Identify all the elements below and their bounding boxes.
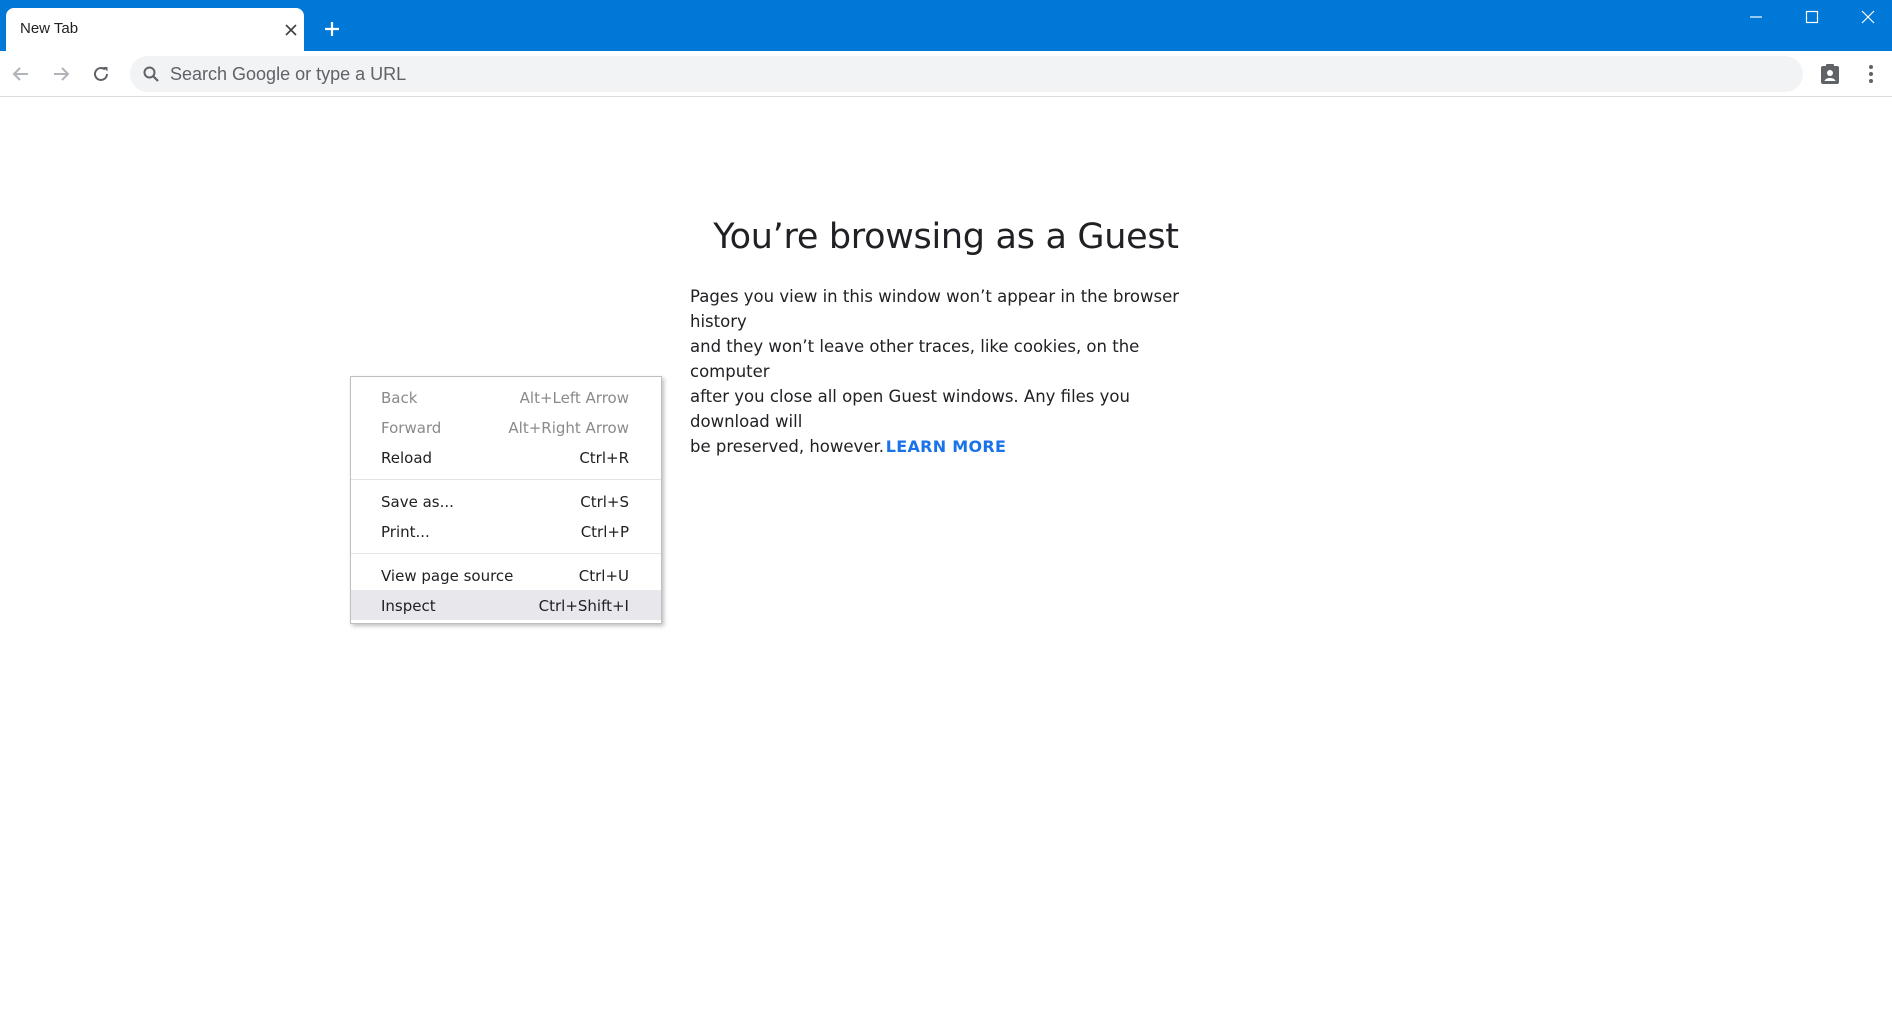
menu-item-shortcut: Ctrl+U bbox=[578, 567, 629, 585]
menu-button[interactable] bbox=[1856, 59, 1886, 89]
close-window-button[interactable] bbox=[1840, 0, 1892, 34]
menu-item-label: Inspect bbox=[381, 597, 436, 615]
menu-separator bbox=[351, 479, 661, 480]
tab-title: New Tab bbox=[20, 20, 79, 37]
context-menu: Back Alt+Left Arrow Forward Alt+Right Ar… bbox=[350, 376, 662, 624]
menu-item-print[interactable]: Print... Ctrl+P bbox=[351, 516, 661, 546]
description-line: Pages you view in this window won’t appe… bbox=[690, 287, 1180, 331]
description-line: and they won’t leave other traces, like … bbox=[690, 337, 1140, 381]
minimize-button[interactable] bbox=[1728, 0, 1784, 34]
menu-separator bbox=[351, 553, 661, 554]
guest-profile-button[interactable] bbox=[1815, 59, 1845, 89]
new-tab-button[interactable] bbox=[318, 15, 346, 43]
menu-item-shortcut: Alt+Right Arrow bbox=[508, 419, 629, 437]
guest-profile-icon bbox=[1821, 64, 1839, 84]
menu-item-label: Save as... bbox=[381, 493, 454, 511]
menu-item-label: Forward bbox=[381, 419, 442, 437]
close-icon bbox=[1861, 10, 1875, 24]
menu-item-back[interactable]: Back Alt+Left Arrow bbox=[351, 382, 661, 412]
tab-close-icon[interactable] bbox=[280, 19, 302, 41]
guest-page: You’re browsing as a Guest Pages you vie… bbox=[0, 97, 1892, 1014]
menu-item-reload[interactable]: Reload Ctrl+R bbox=[351, 442, 661, 472]
menu-item-view-source[interactable]: View page source Ctrl+U bbox=[351, 560, 661, 590]
toolbar bbox=[0, 51, 1892, 97]
learn-more-link[interactable]: LEARN MORE bbox=[0, 437, 1892, 456]
reload-icon bbox=[94, 66, 108, 81]
menu-item-shortcut: Ctrl+S bbox=[580, 493, 629, 511]
menu-item-label: Back bbox=[381, 389, 418, 407]
search-icon bbox=[143, 66, 159, 82]
omnibox[interactable] bbox=[130, 56, 1803, 92]
menu-item-inspect[interactable]: Inspect Ctrl+Shift+I bbox=[351, 590, 661, 620]
menu-item-shortcut: Ctrl+Shift+I bbox=[538, 597, 629, 615]
forward-button[interactable] bbox=[46, 59, 76, 89]
description-line: after you close all open Guest windows. … bbox=[690, 387, 1130, 431]
page-title: You’re browsing as a Guest bbox=[713, 217, 1179, 257]
search-input[interactable] bbox=[170, 59, 1770, 89]
back-arrow-icon bbox=[12, 67, 28, 81]
maximize-icon bbox=[1805, 10, 1819, 24]
menu-item-forward[interactable]: Forward Alt+Right Arrow bbox=[351, 412, 661, 442]
tab-new-tab[interactable]: New Tab bbox=[6, 8, 304, 51]
maximize-button[interactable] bbox=[1784, 0, 1840, 34]
menu-item-shortcut: Alt+Left Arrow bbox=[519, 389, 629, 407]
more-vert-icon bbox=[1869, 65, 1873, 83]
reload-button[interactable] bbox=[86, 59, 116, 89]
menu-item-label: Print... bbox=[381, 523, 430, 541]
minimize-icon bbox=[1750, 16, 1762, 18]
plus-icon bbox=[325, 22, 339, 36]
menu-item-save-as[interactable]: Save as... Ctrl+S bbox=[351, 486, 661, 516]
menu-item-shortcut: Ctrl+R bbox=[579, 449, 629, 467]
back-button[interactable] bbox=[6, 59, 36, 89]
guest-description: Pages you view in this window won’t appe… bbox=[690, 284, 1210, 459]
learn-more-label[interactable]: LEARN MORE bbox=[886, 437, 1007, 456]
menu-item-label: View page source bbox=[381, 567, 514, 585]
menu-item-label: Reload bbox=[381, 449, 433, 467]
forward-arrow-icon bbox=[54, 67, 70, 81]
title-bar: New Tab bbox=[0, 0, 1892, 51]
menu-item-shortcut: Ctrl+P bbox=[580, 523, 629, 541]
